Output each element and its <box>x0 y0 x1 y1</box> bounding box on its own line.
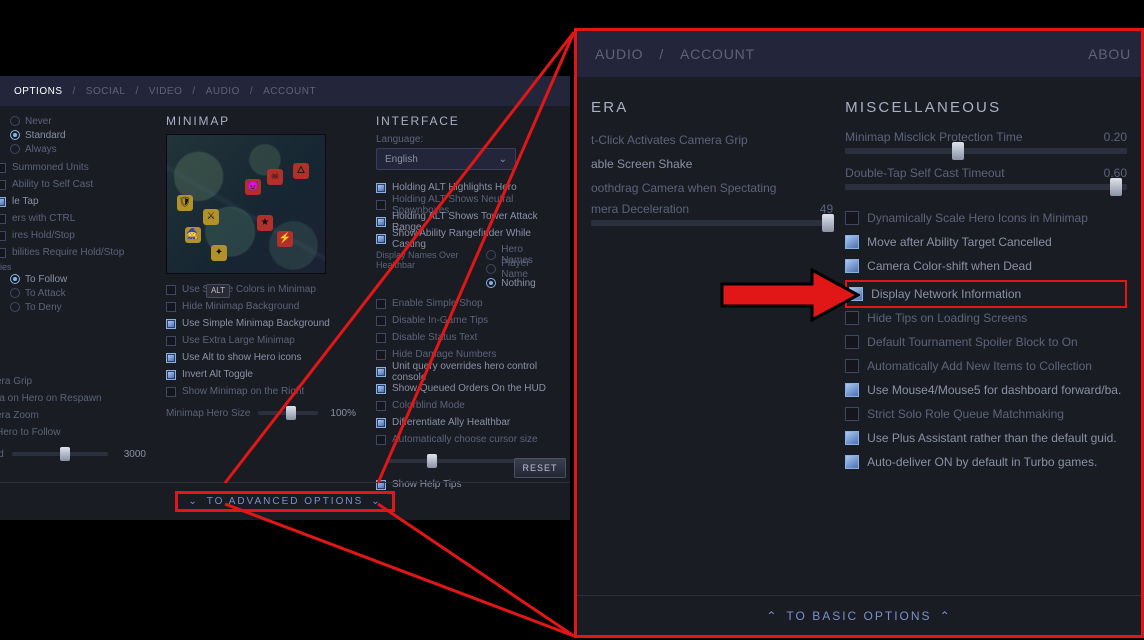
double-tap-checkbox[interactable]: le Tap <box>0 194 146 209</box>
language-dropdown[interactable]: English ⌄ <box>376 148 516 170</box>
cursor-size-slider[interactable] <box>386 451 516 471</box>
camera-speed-never-radio[interactable]: Never <box>10 114 146 128</box>
colorblind-mode-checkbox[interactable]: Colorblind Mode <box>376 398 556 413</box>
rightclick-deny-radio[interactable]: To Deny <box>10 300 146 314</box>
requires-holdstop-checkbox[interactable]: ires Hold/Stop <box>0 228 146 243</box>
rightclick-camera-grip-checkbox[interactable]: t-Click Activates Camera Grip <box>591 130 833 150</box>
basic-options-panel: OPTIONS / SOCIAL / VIDEO / AUDIO / ACCOU… <box>0 75 570 520</box>
camera-speed-always-radio[interactable]: Always <box>10 142 146 156</box>
show-queued-orders-checkbox[interactable]: Show Queued Orders On the HUD <box>376 381 556 396</box>
minimap-column: MINIMAP 🧙 ⚔ 🛡 ✦ 👿 ☠ 🜂 ⚡ ★ Use Simple Col… <box>156 106 366 486</box>
minimap-invert-alt-checkbox[interactable]: Invert Alt Toggle <box>166 367 356 382</box>
miscellaneous-column: MISCELLANEOUS Minimap Misclick Protectio… <box>839 93 1127 585</box>
tab-about-right[interactable]: ABOU <box>1088 46 1131 62</box>
healthbar-playernames-radio[interactable]: Player Name <box>486 262 556 276</box>
camera-zoom-checkbox[interactable]: era Zoom <box>0 408 146 423</box>
tab-account-right[interactable]: ACCOUNT <box>680 46 755 62</box>
enable-simple-shop-checkbox[interactable]: Enable Simple Shop <box>376 296 556 311</box>
tab-audio[interactable]: AUDIO <box>206 86 240 97</box>
doubletap-selfcast-slider[interactable]: Double-Tap Self Cast Timeout 0.60 <box>845 166 1127 190</box>
settings-tabs-left: OPTIONS / SOCIAL / VIDEO / AUDIO / ACCOU… <box>0 76 570 106</box>
camera-advanced-column: ERA t-Click Activates Camera Grip able S… <box>591 93 839 585</box>
tab-audio-right[interactable]: AUDIO <box>595 46 643 62</box>
tournament-spoiler-block-checkbox[interactable]: Default Tournament Spoiler Block to On <box>845 332 1127 352</box>
chevron-down-icon: ⌄ <box>371 496 381 507</box>
advanced-options-footer: ⌄ TO ADVANCED OPTIONS ⌄ <box>0 482 570 520</box>
chevron-down-icon: ⌄ <box>188 496 198 507</box>
interface-section-title: INTERFACE <box>376 114 556 128</box>
alt-overlay-tag: ALT <box>206 284 230 298</box>
tab-video[interactable]: VIDEO <box>149 86 183 97</box>
rightclick-follow-radio[interactable]: To Follow <box>10 272 146 286</box>
chevron-up-icon: ⌃ <box>766 609 778 623</box>
tab-social[interactable]: SOCIAL <box>86 86 126 97</box>
chevron-down-icon: ⌄ <box>499 154 507 165</box>
tab-options[interactable]: OPTIONS <box>14 86 63 97</box>
settings-tabs-right: AUDIO / ACCOUNT ABOU <box>577 31 1141 77</box>
chevron-up-icon: ⌃ <box>940 609 952 623</box>
auto-deliver-turbo-checkbox[interactable]: Auto-deliver ON by default in Turbo game… <box>845 452 1127 472</box>
to-advanced-options-button[interactable]: ⌄ TO ADVANCED OPTIONS ⌄ <box>175 491 394 512</box>
rightclick-attack-radio[interactable]: To Attack <box>10 286 146 300</box>
minimap-preview: 🧙 ⚔ 🛡 ✦ 👿 ☠ 🜂 ⚡ ★ <box>166 134 326 274</box>
minimap-extra-large-checkbox[interactable]: Use Extra Large Minimap <box>166 333 356 348</box>
move-after-cancel-checkbox[interactable]: Move after Ability Target Cancelled <box>845 232 1127 252</box>
auto-cursor-size-checkbox[interactable]: Automatically choose cursor size <box>376 432 556 447</box>
strict-solo-role-checkbox[interactable]: Strict Solo Role Queue Matchmaking <box>845 404 1127 424</box>
camera-column: Never Standard Always Summoned Units Abi… <box>0 106 156 486</box>
language-label: Language: <box>376 134 556 145</box>
display-network-information-highlight: Display Network Information <box>845 280 1127 308</box>
center-on-respawn-checkbox[interactable]: ra on Hero on Respawn <box>0 391 146 406</box>
advanced-options-body: ERA t-Click Activates Camera Grip able S… <box>577 77 1141 595</box>
disable-status-text-checkbox[interactable]: Disable Status Text <box>376 330 556 345</box>
miscellaneous-section-title: MISCELLANEOUS <box>845 99 1127 116</box>
unit-query-override-checkbox[interactable]: Unit query overrides hero control consol… <box>376 364 556 379</box>
camera-speed-slider[interactable]: id 3000 <box>0 444 146 464</box>
hide-loading-tips-checkbox[interactable]: Hide Tips on Loading Screens <box>845 308 1127 328</box>
minimap-right-checkbox[interactable]: Show Minimap on the Right <box>166 384 356 399</box>
to-basic-options-button[interactable]: ⌃ TO BASIC OPTIONS ⌃ <box>577 595 1141 635</box>
camera-colorshift-dead-checkbox[interactable]: Camera Color-shift when Dead <box>845 256 1127 276</box>
healthbar-names-label: Display Names Over Healthbar <box>376 250 486 270</box>
disable-screen-shake-checkbox[interactable]: able Screen Shake <box>591 154 833 174</box>
reset-button[interactable]: RESET <box>514 458 566 478</box>
auto-add-items-checkbox[interactable]: Automatically Add New Items to Collectio… <box>845 356 1127 376</box>
summoned-units-checkbox[interactable]: Summoned Units <box>0 160 146 175</box>
advanced-options-zoom-panel: AUDIO / ACCOUNT ABOU ERA t-Click Activat… <box>574 28 1144 638</box>
camera-deceleration-slider[interactable]: mera Deceleration 49 <box>591 202 833 226</box>
basic-options-body: Never Standard Always Summoned Units Abi… <box>0 106 570 486</box>
abilities-holdstop-checkbox[interactable]: bilities Require Hold/Stop <box>0 245 146 260</box>
hero-to-follow-checkbox[interactable]: Hero to Follow <box>0 425 146 440</box>
minimap-alt-hero-icons-checkbox[interactable]: Use Alt to show Hero icons <box>166 350 356 365</box>
diff-ally-healthbar-checkbox[interactable]: Differentiate Ally Healthbar <box>376 415 556 430</box>
display-network-information-checkbox[interactable]: Display Network Information <box>849 284 1123 304</box>
minimap-section-title: MINIMAP <box>166 114 356 128</box>
interface-column: INTERFACE Language: English ⌄ Holding AL… <box>366 106 566 486</box>
minimap-simple-colors-checkbox[interactable]: Use Simple Colors in Minimap <box>166 282 356 297</box>
smoothdrag-spectate-checkbox[interactable]: oothdrag Camera when Spectating <box>591 178 833 198</box>
minimap-hide-bg-checkbox[interactable]: Hide Minimap Background <box>166 299 356 314</box>
plus-assistant-checkbox[interactable]: Use Plus Assistant rather than the defau… <box>845 428 1127 448</box>
ctrl-modifiers-checkbox[interactable]: ers with CTRL <box>0 211 146 226</box>
dynamic-scale-icons-checkbox[interactable]: Dynamically Scale Hero Icons in Minimap <box>845 208 1127 228</box>
minimap-simple-bg-checkbox[interactable]: Use Simple Minimap Background <box>166 316 356 331</box>
minimap-misclick-protection-slider[interactable]: Minimap Misclick Protection Time 0.20 <box>845 130 1127 154</box>
camera-grip-checkbox[interactable]: era Grip <box>0 374 146 389</box>
camera-speed-standard-radio[interactable]: Standard <box>10 128 146 142</box>
minimap-hero-size-slider[interactable]: Minimap Hero Size 100% <box>166 403 356 423</box>
mouse4-mouse5-dashboard-checkbox[interactable]: Use Mouse4/Mouse5 for dashboard forward/… <box>845 380 1127 400</box>
camera-section-title: ERA <box>591 99 833 116</box>
disable-tips-checkbox[interactable]: Disable In-Game Tips <box>376 313 556 328</box>
self-cast-ability-checkbox[interactable]: Ability to Self Cast <box>0 177 146 192</box>
tab-account[interactable]: ACCOUNT <box>263 86 316 97</box>
